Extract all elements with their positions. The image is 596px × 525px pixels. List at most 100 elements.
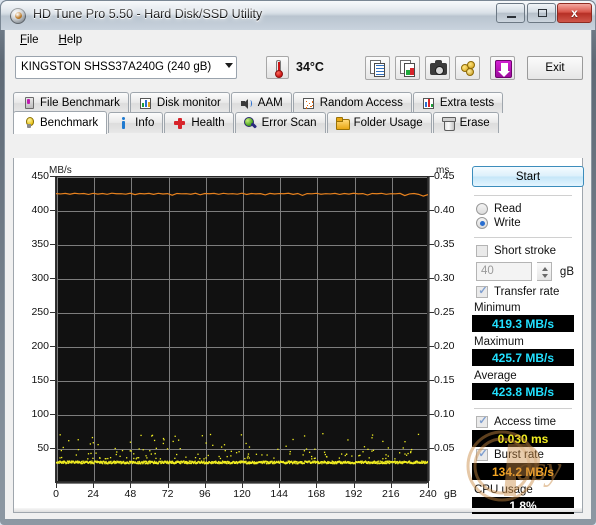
x-axis-tick	[167, 482, 169, 488]
file-benchmark-icon	[22, 96, 35, 110]
minimum-label: Minimum	[474, 302, 521, 314]
checkbox-short-stroke-indicator	[476, 245, 488, 257]
short-stroke-unit: gB	[559, 265, 574, 278]
copy-text-icon[interactable]	[365, 56, 390, 80]
radio-write-label: Write	[494, 217, 521, 229]
short-stroke-size-row: 40 gB	[476, 262, 574, 281]
checkbox-burst-rate-indicator	[476, 447, 489, 461]
tab-aam-label: AAM	[257, 97, 283, 109]
exit-button[interactable]: Exit	[527, 56, 583, 80]
trash-icon	[442, 117, 457, 131]
x-axis-tick-label: 120	[233, 488, 251, 500]
panel-bottom-edge	[14, 508, 582, 512]
y-axis-tick-right	[428, 448, 434, 449]
checkbox-short-stroke[interactable]: Short stroke	[476, 245, 574, 257]
tab-disk-monitor[interactable]: Disk monitor	[129, 92, 230, 113]
maximum-value: 425.7 MB/s	[472, 349, 574, 366]
y-axis-tick-label-left: 400	[31, 204, 49, 216]
tab-erase-label: Erase	[459, 117, 490, 129]
tab-file-benchmark[interactable]: File Benchmark	[13, 92, 129, 113]
start-button[interactable]: Start	[472, 166, 584, 187]
average-label: Average	[474, 370, 517, 382]
radio-read[interactable]: Read	[476, 203, 574, 215]
speaker-icon	[240, 97, 253, 110]
minimum-value: 419.3 MB/s	[472, 315, 574, 332]
maximize-button[interactable]	[527, 3, 556, 23]
checkbox-transfer-rate-indicator	[476, 284, 489, 298]
y-axis-tick-right	[428, 278, 434, 279]
y-axis-tick-label-left: 250	[31, 306, 49, 318]
y-axis-tick-label-right: 0.35	[434, 238, 455, 250]
copy-image-icon[interactable]	[395, 56, 420, 80]
x-axis-unit: gB	[444, 488, 457, 500]
screenshot-camera-icon[interactable]	[425, 56, 450, 80]
y-axis-tick-label-left: 200	[31, 340, 49, 352]
tab-random-access[interactable]: Random Access	[292, 92, 412, 113]
y-axis-tick-label-right: 0.15	[434, 374, 455, 386]
temperature-button[interactable]	[266, 56, 289, 79]
y-axis-tick-right	[428, 210, 434, 211]
checkbox-transfer-rate-label: Transfer rate	[494, 286, 560, 298]
x-axis-tick	[390, 482, 392, 488]
checkbox-burst-rate[interactable]: Burst rate	[476, 447, 574, 461]
y-axis-unit-left: MB/s	[49, 165, 72, 176]
x-axis-tick-label: 72	[161, 488, 174, 500]
menu-help[interactable]: Help	[50, 32, 92, 48]
tab-error-scan[interactable]: Error Scan	[234, 112, 326, 133]
y-axis-tick-label-right: 0.10	[434, 408, 455, 420]
radio-write-indicator	[476, 217, 488, 229]
gridline-vertical	[429, 177, 430, 481]
plug-connect-icon[interactable]	[455, 56, 480, 80]
x-axis-tick-label: 192	[344, 488, 363, 500]
x-axis-tick-label: 168	[307, 488, 326, 500]
y-axis-tick-left	[50, 210, 56, 211]
stepper-up-icon[interactable]	[542, 267, 549, 271]
x-axis-tick-label: 0	[53, 488, 59, 500]
y-axis-tick-left	[50, 448, 56, 449]
red-cross-icon	[173, 117, 186, 130]
access-time-value: 0.030 ms	[472, 430, 574, 447]
download-arrow-icon[interactable]	[490, 56, 515, 80]
close-button[interactable]: x	[557, 3, 592, 23]
stepper-down-icon[interactable]	[542, 274, 549, 278]
burst-rate-value: 134.2 MB/s	[472, 463, 574, 480]
checkbox-burst-rate-label: Burst rate	[494, 449, 544, 461]
y-axis-tick-left	[50, 346, 56, 347]
divider	[474, 408, 572, 409]
tab-benchmark[interactable]: Benchmark	[13, 111, 108, 134]
y-axis-tick-left	[50, 176, 56, 177]
divider	[474, 195, 572, 196]
tab-extra-tests[interactable]: Extra tests	[412, 92, 504, 113]
tab-random-access-label: Random Access	[319, 97, 403, 109]
menu-file[interactable]: File	[11, 32, 48, 48]
tab-extra-tests-label: Extra tests	[439, 97, 495, 109]
menu-bar: File Help	[5, 30, 591, 50]
y-axis-tick-left	[50, 312, 56, 313]
short-stroke-input[interactable]: 40	[476, 262, 533, 281]
y-axis-tick-label-right: 0.40	[434, 204, 455, 216]
x-axis-tick	[56, 482, 57, 488]
y-axis-tick-right	[428, 176, 434, 177]
drive-select-dropdown[interactable]: KINGSTON SHSS37A240G (240 gB)	[15, 56, 237, 79]
y-axis-tick-label-left: 150	[31, 374, 49, 386]
y-axis-tick-label-left: 50	[37, 442, 49, 454]
menu-file-label-rest: ile	[27, 34, 39, 46]
maximum-label: Maximum	[474, 336, 524, 348]
y-axis-tick-label-left: 350	[31, 238, 49, 250]
minimize-button[interactable]	[496, 3, 525, 23]
checkbox-short-stroke-label: Short stroke	[494, 245, 556, 257]
checkbox-access-time[interactable]: Access time	[476, 414, 574, 428]
tab-folder-usage[interactable]: Folder Usage	[326, 112, 432, 133]
scatter-icon	[302, 97, 315, 110]
tab-aam[interactable]: AAM	[230, 92, 292, 113]
short-stroke-stepper[interactable]	[537, 262, 552, 281]
tab-health[interactable]: Health	[164, 112, 234, 133]
tab-info[interactable]: Info	[108, 112, 164, 133]
checkbox-transfer-rate[interactable]: Transfer rate	[476, 284, 574, 298]
chart-series	[56, 192, 428, 465]
radio-write[interactable]: Write	[476, 217, 574, 229]
x-axis-tick-label: 48	[124, 488, 137, 500]
axis-right	[428, 176, 429, 483]
y-axis-tick-left	[50, 278, 56, 279]
tab-erase[interactable]: Erase	[432, 112, 499, 133]
